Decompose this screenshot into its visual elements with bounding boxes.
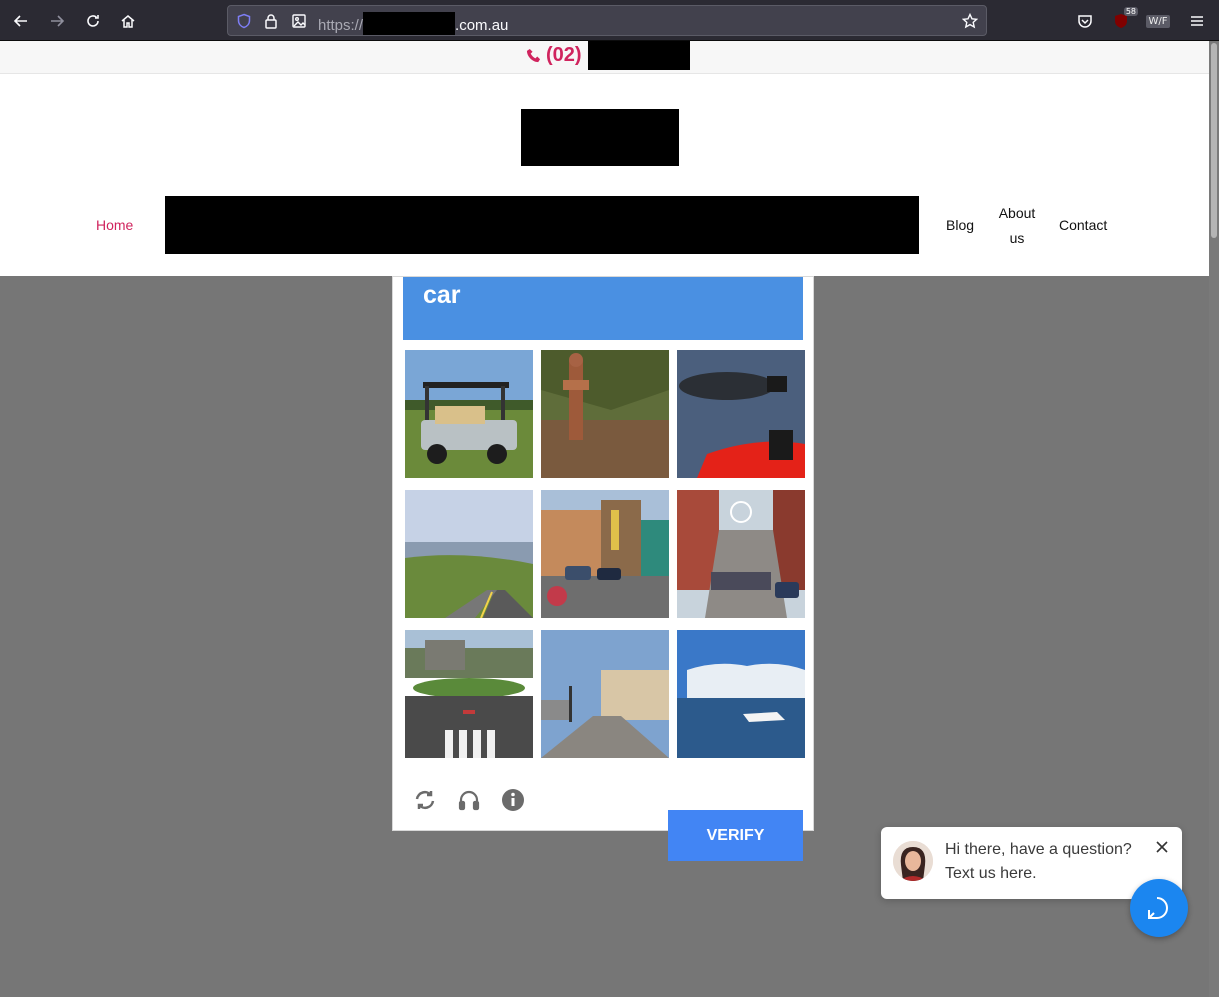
url-protocol: https:// (318, 17, 364, 34)
chat-launcher-button[interactable] (1130, 879, 1188, 937)
wf-extension-icon[interactable]: W/F (1145, 8, 1171, 34)
phone-icon (526, 48, 541, 63)
menu-blog[interactable]: Blog (946, 213, 974, 238)
ublock-badge: 58 (1123, 7, 1138, 16)
url-text[interactable]: https:// .com.au (318, 12, 508, 35)
forward-button[interactable] (44, 8, 70, 34)
redacted-domain (363, 12, 456, 35)
captcha-challenge: car VERIFY (392, 276, 814, 861)
menu-about-line2: us (1009, 230, 1025, 246)
captcha-refresh-icon[interactable] (411, 786, 439, 814)
reload-button[interactable] (80, 8, 106, 34)
site-header: Home Blog About us Contact (0, 74, 1209, 276)
app-menu-icon[interactable] (1184, 8, 1210, 34)
captcha-tile-inflatable-boats[interactable] (677, 350, 805, 478)
chat-icon (1148, 897, 1169, 919)
close-icon[interactable] (1154, 839, 1170, 855)
captcha-prompt-header: car (403, 277, 803, 340)
redacted-logo (521, 109, 679, 166)
phone-number[interactable]: (02) (526, 44, 582, 67)
bookmark-star-icon[interactable] (961, 12, 979, 29)
pocket-icon[interactable] (1072, 8, 1098, 34)
browser-toolbar: https:// .com.au 58 W/F (0, 0, 1219, 41)
url-domain-suffix: .com.au (455, 17, 509, 34)
captcha-tile-coastal-road[interactable] (405, 490, 533, 618)
back-button[interactable] (8, 8, 34, 34)
captcha-tile-fire-hydrant[interactable] (541, 350, 669, 478)
home-button[interactable] (115, 8, 141, 34)
phone-prefix: (02) (546, 44, 582, 66)
captcha-tile-european-street[interactable] (541, 630, 669, 758)
redacted-menu-items (165, 196, 919, 254)
menu-about-us[interactable]: About us (998, 201, 1036, 251)
captcha-verify-button[interactable]: VERIFY (668, 810, 803, 861)
captcha-tile-golf-cart[interactable] (405, 350, 533, 478)
ublock-extension-icon[interactable]: 58 (1108, 7, 1138, 34)
menu-contact[interactable]: Contact (1059, 213, 1107, 238)
menu-about-line1: About (998, 205, 1036, 221)
captcha-audio-icon[interactable] (455, 786, 483, 814)
agent-avatar (893, 841, 933, 881)
chat-line-2: Text us here. (945, 865, 1037, 882)
redacted-phone-digits (588, 41, 690, 70)
captcha-tile-city-street-crowded[interactable] (677, 490, 805, 618)
captcha-tile-roundabout-crosswalk[interactable] (405, 630, 533, 758)
page-image-icon[interactable] (291, 13, 307, 29)
captcha-target-word: car (423, 281, 461, 309)
address-bar[interactable]: https:// .com.au (227, 5, 987, 36)
contact-topbar: (02) (0, 41, 1209, 74)
chat-line-1: Hi there, have a question? (945, 841, 1132, 858)
lock-icon[interactable] (263, 13, 279, 29)
chat-greeting-text: Hi there, have a question? Text us here. (945, 838, 1145, 886)
captcha-tile-speedboat-sea[interactable] (677, 630, 805, 758)
captcha-info-icon[interactable] (499, 786, 527, 814)
wf-extension-label: W/F (1146, 14, 1170, 28)
captcha-tile-town-street-with-cars[interactable] (541, 490, 669, 618)
page-scrollbar[interactable] (1209, 41, 1219, 997)
menu-home[interactable]: Home (96, 213, 133, 238)
scrollbar-thumb[interactable] (1211, 43, 1217, 238)
tracking-shield-icon[interactable] (236, 13, 252, 29)
web-page: (02) Home Blog About us Contact car VERI… (0, 41, 1209, 997)
